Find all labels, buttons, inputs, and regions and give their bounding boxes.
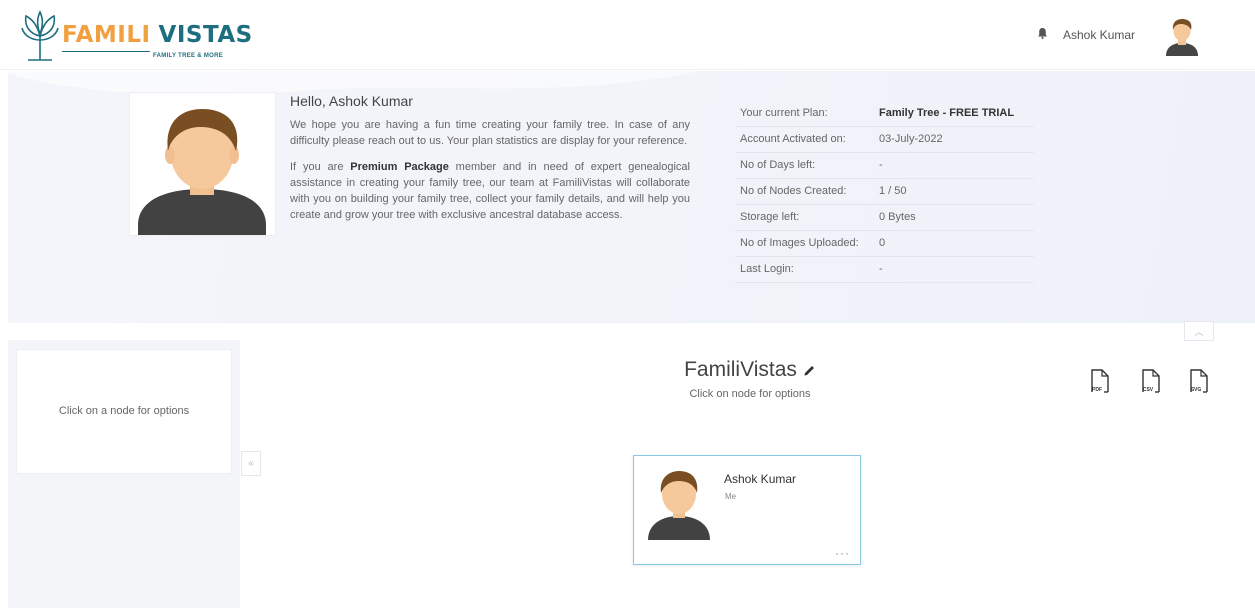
table-row: Last Login: - [735,256,1034,283]
last-login-label: Last Login: [735,256,877,283]
bell-icon[interactable] [1037,27,1048,39]
header-user-name[interactable]: Ashok Kumar [1063,28,1135,42]
profile-picture-card[interactable] [129,92,276,236]
images-uploaded-value: 0 [877,230,1034,257]
node-options-card: Click on a node for options [16,349,232,474]
table-row: No of Nodes Created: 1 / 50 [735,178,1034,205]
table-row: No of Days left: - [735,152,1034,179]
welcome-panel: Hello, Ashok Kumar We hope you are havin… [8,71,1255,323]
logo-word-vistas: VISTAS [158,22,253,48]
export-pdf-button[interactable]: PDF [1089,368,1111,396]
table-row: Your current Plan: Family Tree - FREE TRI… [735,100,1034,127]
activated-value: 03-July-2022 [877,126,1034,153]
intro-paragraph-2: If you are Premium Package member and in… [290,161,690,221]
chevron-left-icon: « [248,458,254,469]
days-left-label: No of Days left: [735,152,877,179]
days-left-value: - [877,152,1034,179]
export-svg-label: SVG [1190,387,1202,393]
premium-package-text: Premium Package [350,161,449,173]
intro-paragraph-1: We hope you are having a fun time creati… [290,119,690,147]
export-csv-button[interactable]: CSV [1140,368,1162,396]
tree-title: FamiliVistas [684,358,797,381]
table-row: No of Images Uploaded: 0 [735,230,1034,257]
family-tree-node[interactable]: Ashok Kumar Me ··· [633,455,861,565]
profile-avatar [138,109,266,235]
logo-word-famili: FAMILI [62,22,151,48]
export-svg-button[interactable]: SVG [1188,368,1210,396]
familivistas-logo[interactable]: FAMILI VISTAS FAMILY TREE & MORE [20,10,253,62]
greeting-text: Hello, Ashok Kumar [290,93,413,109]
plan-value: Family Tree - FREE TRIAL [877,100,1034,127]
images-uploaded-label: No of Images Uploaded: [735,230,877,257]
node-options-hint: Click on a node for options [58,405,190,417]
logo-tagline: FAMILY TREE & MORE [153,53,224,59]
storage-left-label: Storage left: [735,204,877,231]
node-options-sidebar: Click on a node for options [8,340,240,608]
pencil-icon[interactable] [803,364,816,377]
tree-header: FamiliVistas Click on node for options [560,358,940,400]
node-relation: Me [725,492,737,501]
chevron-up-icon: ︿ [1194,326,1204,337]
intro-text: We hope you are having a fun time creati… [290,117,690,223]
top-header: FAMILI VISTAS FAMILY TREE & MORE Ashok Ku… [0,0,1255,70]
table-row: Account Activated on: 03-July-2022 [735,126,1034,153]
export-csv-label: CSV [1142,387,1154,393]
logo-rule [62,51,150,52]
nodes-created-label: No of Nodes Created: [735,178,877,205]
last-login-value: - [877,256,1034,283]
header-avatar[interactable] [1164,16,1200,56]
tree-logo-icon [21,10,59,61]
storage-left-value: 0 Bytes [877,204,1034,231]
tree-subtitle: Click on node for options [689,388,811,400]
nodes-created-value: 1 / 50 [877,178,1034,205]
node-person-name: Ashok Kumar [724,472,797,486]
table-row: Storage left: 0 Bytes [735,204,1034,231]
more-options-icon[interactable]: ··· [835,546,850,560]
export-pdf-label: PDF [1092,387,1102,393]
plan-statistics-table: Your current Plan: Family Tree - FREE TRI… [735,100,1034,283]
plan-label: Your current Plan: [735,100,877,127]
sidebar-collapse-button[interactable]: « [241,451,261,476]
node-avatar [648,471,710,540]
activated-label: Account Activated on: [735,126,877,153]
scroll-up-button[interactable]: ︿ [1184,321,1214,341]
